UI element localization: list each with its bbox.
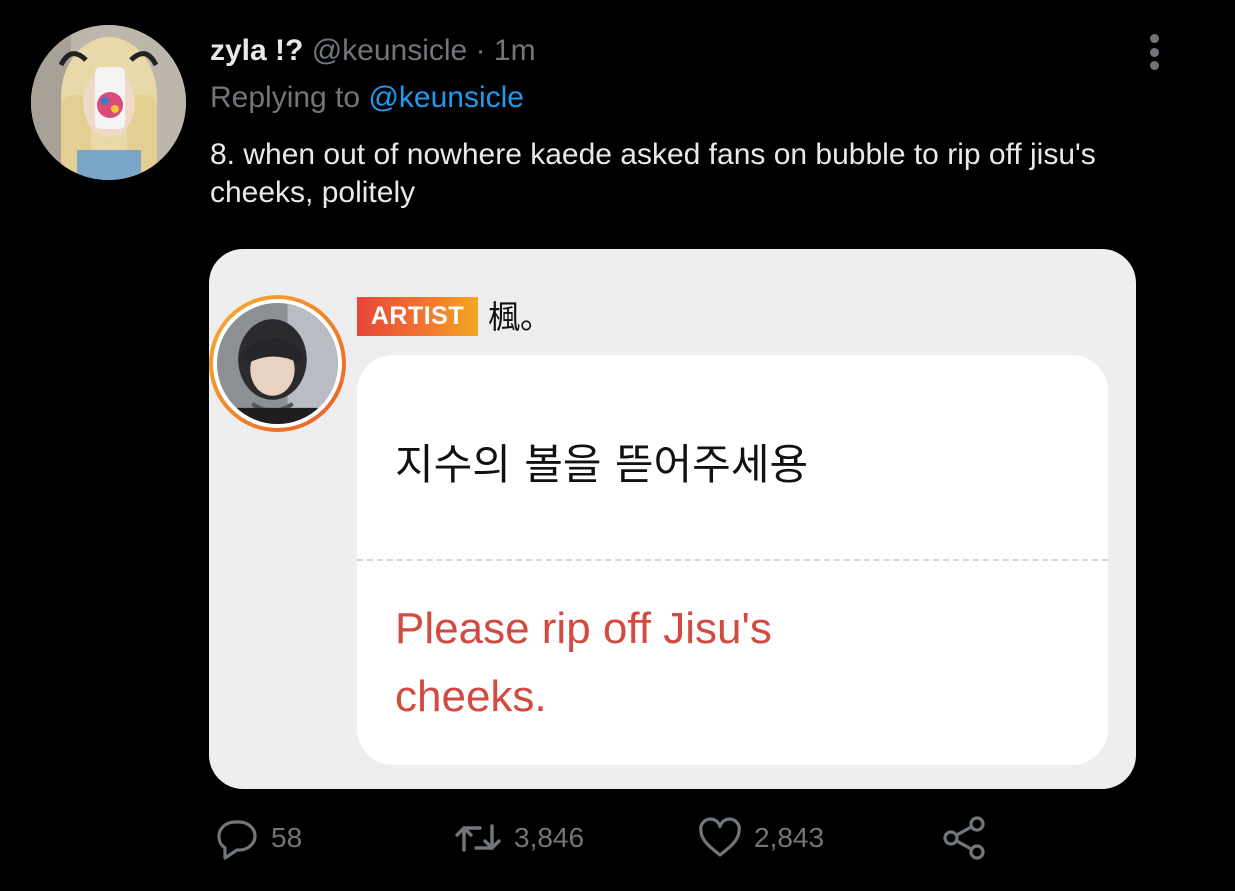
author-avatar-image xyxy=(31,25,186,180)
message-bubble: 지수의 볼을 뜯어주세용 Please rip off Jisu's cheek… xyxy=(357,355,1108,765)
retweet-icon xyxy=(455,824,501,852)
share-icon xyxy=(943,816,985,860)
author-avatar[interactable] xyxy=(31,25,186,180)
heart-icon xyxy=(699,817,741,857)
like-button[interactable]: 2,843 xyxy=(696,814,824,862)
tweet-text: 8. when out of nowhere kaede asked fans … xyxy=(210,138,1096,209)
header-separator: · xyxy=(475,34,486,67)
retweet-count: 3,846 xyxy=(514,822,585,853)
more-dot-icon xyxy=(1149,61,1159,70)
artist-avatar xyxy=(209,295,346,432)
like-count: 2,843 xyxy=(754,822,825,853)
more-dot-icon xyxy=(1149,34,1159,43)
reply-count: 58 xyxy=(271,822,303,853)
artist-avatar-image xyxy=(217,303,338,424)
tweet-media-image[interactable]: ARTIST 楓。 지수의 볼을 뜯어주세용 Please rip off Ji… xyxy=(209,249,1136,789)
artist-name: 楓。 xyxy=(488,298,553,336)
replying-to: Replying to @keunsicle xyxy=(210,80,524,116)
author-display-name[interactable]: zyla !? xyxy=(210,34,303,67)
replying-to-mention[interactable]: @keunsicle xyxy=(368,81,524,114)
retweet-button[interactable]: 3,846 xyxy=(452,814,584,862)
message-korean: 지수의 볼을 뜯어주세용 xyxy=(395,440,809,489)
replying-to-label: Replying to xyxy=(210,81,361,114)
reply-icon xyxy=(217,820,257,860)
message-divider xyxy=(357,559,1108,561)
artist-badge: ARTIST xyxy=(357,297,478,336)
reply-button[interactable]: 58 xyxy=(213,814,302,862)
tweet-timestamp[interactable]: 1m xyxy=(494,34,536,67)
tweet-actions: 58 3,846 2,843 xyxy=(0,808,1235,872)
more-options-button[interactable] xyxy=(1138,30,1170,74)
message-translation: Please rip off Jisu's cheeks. xyxy=(395,604,772,721)
author-handle[interactable]: @keunsicle xyxy=(312,34,468,67)
share-button[interactable] xyxy=(940,814,990,862)
tweet-header: zyla !? @keunsicle · 1m xyxy=(210,33,536,69)
tweet: zyla !? @keunsicle · 1m Replying to @keu… xyxy=(0,0,1235,891)
more-dot-icon xyxy=(1149,47,1159,57)
